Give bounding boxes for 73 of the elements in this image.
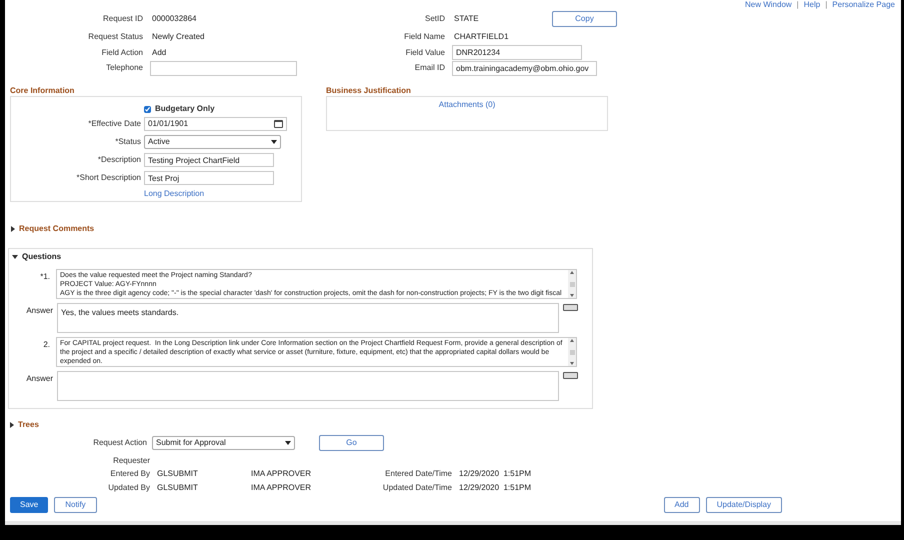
field-value: GLSUBMIT <box>157 468 199 480</box>
scrollbar[interactable] <box>568 338 576 366</box>
date-field[interactable]: 01/01/1901 <box>144 117 287 131</box>
field-value: Add <box>151 46 166 58</box>
field-label: Entered By <box>109 468 150 480</box>
field-label: Field Value <box>404 46 446 58</box>
field-label: Field Name <box>403 30 446 42</box>
header-link[interactable]: Help <box>804 0 820 9</box>
field-value: IMA APPROVER <box>251 482 312 494</box>
answer-box[interactable]: Yes, the values meets standards. <box>57 303 559 333</box>
triangle-icon[interactable] <box>10 422 14 428</box>
question-number: 2. <box>42 339 51 351</box>
field-value: 12/29/2020 1:51PM <box>459 468 532 480</box>
calendar-icon[interactable] <box>274 120 283 128</box>
scrollbar[interactable] <box>568 270 576 298</box>
field-label: Telephone <box>105 62 144 74</box>
status-dropdown[interactable]: Active <box>144 135 281 149</box>
field-value: STATE <box>453 13 479 25</box>
caret-icon <box>271 140 277 144</box>
text-input[interactable]: Testing Project ChartField <box>144 153 274 167</box>
field-label: *Description <box>96 154 142 166</box>
action-button[interactable]: Add <box>664 496 700 512</box>
text-input[interactable]: Test Proj <box>144 171 274 185</box>
field-value: GLSUBMIT <box>157 482 199 494</box>
field-value: Newly Created <box>151 30 204 42</box>
field-label: SetID <box>424 13 446 25</box>
checkbox-label: Budgetary Only <box>155 103 215 115</box>
text-input[interactable] <box>150 60 297 76</box>
attachments-link[interactable]: Attachments (0) <box>438 99 496 109</box>
spellcheck-icon[interactable] <box>563 304 578 311</box>
header-link[interactable]: New Window <box>744 0 792 9</box>
link-separator: | <box>796 0 799 9</box>
triangle-icon[interactable] <box>11 226 15 232</box>
section-toggle[interactable]: Questions <box>12 252 592 262</box>
go-button[interactable]: Go <box>319 434 384 450</box>
field-value: IMA APPROVER <box>251 468 312 480</box>
text-input[interactable]: DNR201234 <box>452 45 582 60</box>
field-label: Entered Date/Time <box>384 468 452 480</box>
field-label: Updated Date/Time <box>382 482 452 494</box>
answer-label: Answer <box>25 305 54 317</box>
field-label: Request Action <box>92 436 148 448</box>
field-value: 0000032864 <box>151 13 196 25</box>
text-input[interactable]: obm.trainingacademy@obm.ohio.gov <box>452 60 597 76</box>
field-label: Request Status <box>87 30 144 42</box>
field-value: 12/29/2020 1:51PM <box>459 482 532 494</box>
section-toggle[interactable]: Request Comments <box>11 224 901 234</box>
field-value: CHARTFIELD1 <box>453 30 509 42</box>
answer-label: Answer <box>25 373 54 385</box>
spellcheck-icon[interactable] <box>563 372 578 379</box>
link-separator: | <box>825 0 828 9</box>
field-label: *Effective Date <box>87 118 142 130</box>
field-label: Updated By <box>107 482 150 494</box>
caret-icon <box>285 440 291 444</box>
copy-button[interactable]: Copy <box>552 11 617 27</box>
field-label: Email ID <box>414 62 446 74</box>
field-label: Requester <box>112 455 150 467</box>
section-toggle[interactable]: Trees <box>10 420 901 430</box>
question-number: *1. <box>39 271 51 283</box>
field-label: *Short Description <box>76 172 142 184</box>
action-button[interactable]: Save <box>10 496 48 512</box>
field-label: Field Action <box>100 46 144 58</box>
section-heading: Core Information <box>10 86 76 95</box>
answer-text: Yes, the values meets standards. <box>61 308 179 317</box>
action-button[interactable]: Notify <box>54 496 97 512</box>
field-label: *Status <box>114 136 142 148</box>
field-label: Request ID <box>102 13 144 25</box>
request-action-dropdown[interactable]: Submit for Approval <box>152 436 295 450</box>
triangle-icon[interactable] <box>12 255 18 259</box>
long-description-link[interactable]: Long Description <box>144 189 204 198</box>
action-button[interactable]: Update/Display <box>706 496 782 512</box>
budgetary-only-checkbox[interactable] <box>144 106 151 112</box>
header-link[interactable]: Personalize Page <box>832 0 895 9</box>
section-heading: Business Justification <box>326 86 412 95</box>
